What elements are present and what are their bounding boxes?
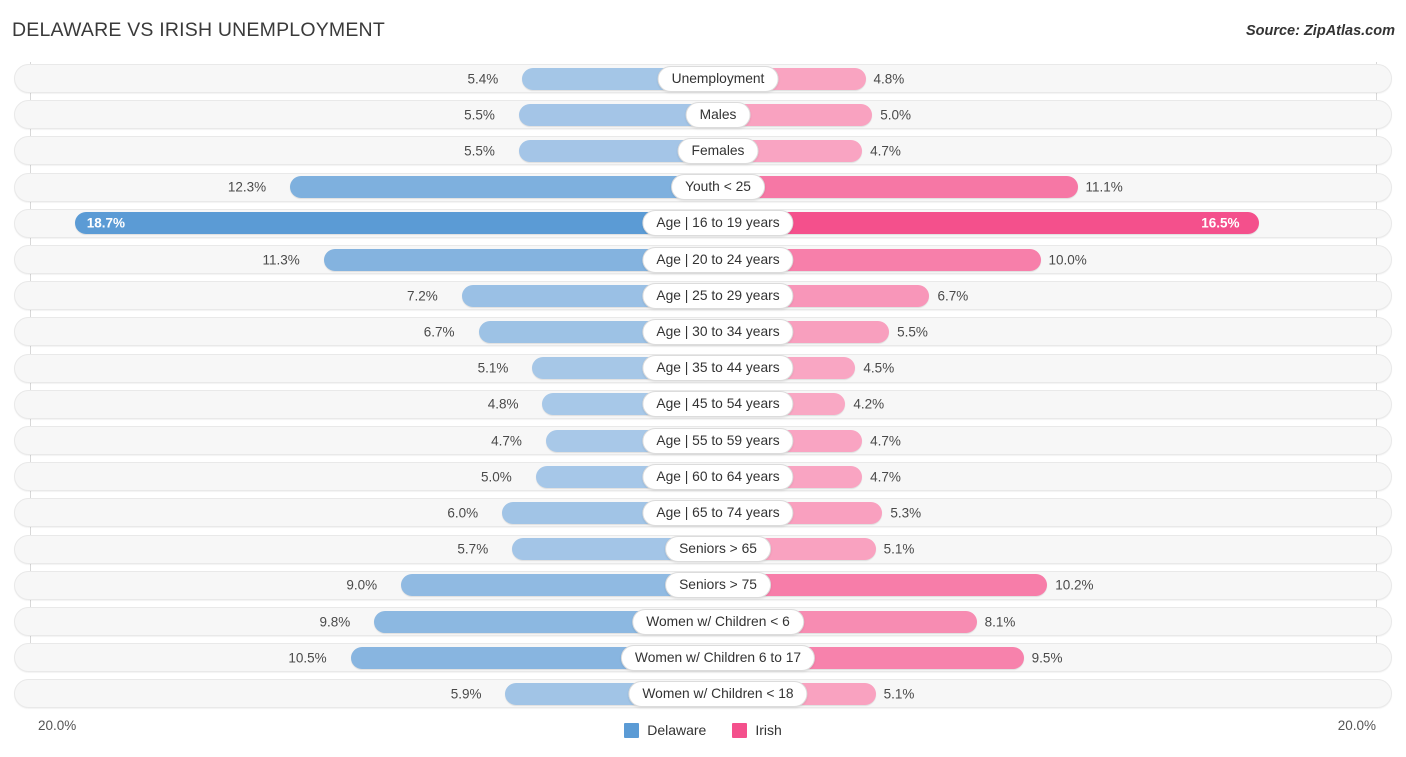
chart-plot-area: 5.4% 4.8% Unemployment 5.5% 5.0% Males 5.5% 4.7… [0, 62, 1406, 717]
table-row: 5.5% 5.0% Males [14, 100, 1392, 130]
bar-delaware [74, 212, 704, 235]
value-label-delaware: 4.7% [491, 433, 522, 448]
table-row: 9.8% 8.1% Women w/ Children < 6 [14, 607, 1392, 636]
value-label-irish: 4.2% [853, 396, 885, 412]
value-label-delaware: 9.0% [346, 577, 378, 593]
value-label-irish: 5.0% [880, 107, 912, 123]
value-label-delaware: 5.4% [467, 71, 499, 86]
value-label-delaware: 9.8% [319, 614, 351, 629]
value-label-irish: 4.8% [873, 71, 905, 86]
value-label-irish: 4.7% [870, 143, 901, 159]
table-row: 9.0% 10.2% Seniors > 75 [14, 570, 1392, 600]
legend-swatch-icon [624, 722, 640, 738]
bar-delaware [518, 103, 704, 126]
value-label-delaware: 5.1% [477, 360, 509, 376]
table-row: 5.4% 4.8% Unemployment [14, 64, 1392, 93]
value-label-delaware: 10.5% [288, 650, 327, 666]
table-row: 5.1% 4.5% Age | 35 to 44 years [14, 353, 1392, 383]
table-row: 12.3% 11.1% Youth < 25 [14, 172, 1392, 202]
value-label-delaware: 5.7% [457, 541, 489, 557]
category-label-pill: Women w/ Children < 6 [632, 608, 804, 635]
table-row: 10.5% 9.5% Women w/ Children 6 to 17 [14, 643, 1392, 673]
bar-delaware [518, 139, 704, 162]
table-row: 7.2% 6.7% Age | 25 to 29 years [14, 281, 1392, 311]
table-row: 5.9% 5.1% Women w/ Children < 18 [14, 679, 1392, 709]
legend-item-delaware[interactable]: Delaware [624, 722, 706, 738]
bar-delaware [290, 176, 704, 199]
category-label-pill: Seniors > 75 [665, 572, 771, 599]
category-label-pill: Age | 30 to 34 years [642, 318, 794, 345]
table-row: 5.5% 4.7% Females [14, 136, 1392, 166]
category-label-pill: Age | 20 to 24 years [642, 246, 794, 273]
bar-delaware [401, 574, 704, 597]
chart-page: DELAWARE VS IRISH UNEMPLOYMENT Source: Z… [0, 0, 1406, 757]
value-label-irish: 4.7% [870, 469, 901, 485]
table-row: 4.7% 4.7% Age | 55 to 59 years [14, 426, 1392, 455]
legend-label: Delaware [647, 722, 707, 738]
value-label-delaware: 5.9% [450, 686, 482, 702]
value-label-delaware: 7.2% [406, 288, 438, 304]
value-label-irish: 6.7% [937, 288, 969, 304]
source-attribution: Source: ZipAtlas.com [1245, 23, 1395, 39]
table-row: 4.8% 4.2% Age | 45 to 54 years [14, 389, 1392, 419]
value-label-irish: 4.7% [870, 433, 901, 448]
legend-label: Irish [755, 722, 782, 738]
category-label-pill: Unemployment [657, 65, 779, 92]
value-label-delaware: 18.7% [86, 215, 126, 231]
category-label-pill: Age | 45 to 54 years [642, 391, 794, 418]
table-row: 6.7% 5.5% Age | 30 to 34 years [14, 317, 1392, 347]
category-label-pill: Seniors > 65 [665, 536, 771, 563]
value-label-delaware: 6.7% [423, 324, 455, 340]
category-label-pill: Youth < 25 [671, 174, 765, 201]
value-label-delaware: 5.5% [464, 143, 495, 159]
value-label-delaware: 5.5% [464, 107, 495, 123]
value-label-irish: 11.1% [1085, 179, 1123, 195]
category-label-pill: Age | 35 to 44 years [642, 355, 794, 382]
value-label-irish: 5.1% [883, 541, 915, 557]
value-label-irish: 5.3% [890, 505, 922, 521]
value-label-delaware: 12.3% [227, 179, 267, 195]
table-row: 6.0% 5.3% Age | 65 to 74 years [14, 498, 1392, 528]
category-label-pill: Females [677, 137, 759, 164]
chart-legend: Delaware Irish [0, 722, 1406, 738]
table-row: 18.7% 16.5% Age | 16 to 19 years [14, 208, 1392, 238]
value-label-irish: 16.5% [1201, 215, 1240, 231]
value-label-delaware: 5.0% [480, 469, 512, 485]
category-label-pill: Age | 55 to 59 years [642, 427, 794, 454]
category-label-pill: Age | 65 to 74 years [642, 499, 794, 526]
value-label-delaware: 11.3% [262, 252, 300, 267]
category-label-pill: Women w/ Children < 18 [628, 680, 808, 707]
value-label-irish: 5.1% [883, 686, 915, 702]
value-label-delaware: 4.8% [487, 396, 519, 412]
value-label-irish: 9.5% [1031, 650, 1063, 666]
value-label-delaware: 6.0% [447, 505, 479, 521]
value-label-irish: 4.5% [863, 360, 895, 376]
legend-item-irish[interactable]: Irish [732, 722, 782, 738]
category-label-pill: Age | 60 to 64 years [642, 463, 794, 490]
category-label-pill: Women w/ Children 6 to 17 [620, 644, 816, 671]
page-title: DELAWARE VS IRISH UNEMPLOYMENT [12, 19, 385, 41]
table-row: 5.0% 4.7% Age | 60 to 64 years [14, 462, 1392, 492]
table-row: 5.7% 5.1% Seniors > 65 [14, 534, 1392, 564]
value-label-irish: 8.1% [984, 614, 1016, 629]
value-label-irish: 10.2% [1055, 577, 1094, 593]
table-row: 11.3% 10.0% Age | 20 to 24 years [14, 245, 1392, 274]
legend-swatch-icon [732, 722, 748, 738]
category-label-pill: Age | 16 to 19 years [642, 210, 794, 237]
category-label-pill: Age | 25 to 29 years [642, 282, 794, 309]
value-label-irish: 10.0% [1048, 252, 1087, 267]
value-label-irish: 5.5% [897, 324, 928, 340]
category-label-pill: Males [685, 101, 751, 128]
